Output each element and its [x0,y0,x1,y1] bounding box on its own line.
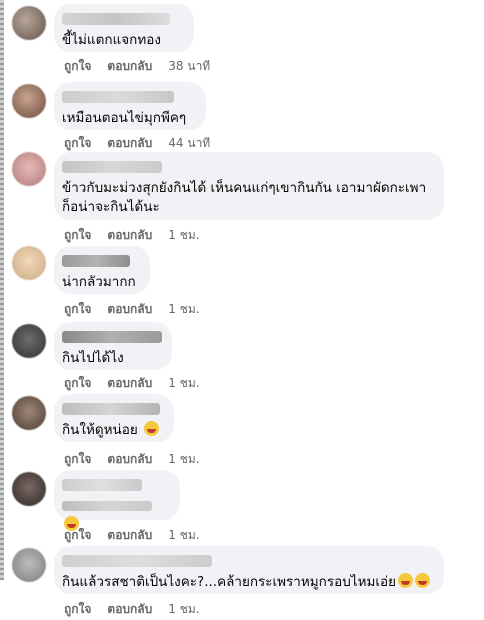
avatar[interactable] [12,6,46,40]
comment-text: น่ากลัวมากก [62,274,136,290]
avatar[interactable] [12,246,46,280]
reply-button[interactable]: ตอบกลับ [107,134,152,153]
comment-actions: ถูกใจ ตอบกลับ 1 ชม. [64,300,200,319]
comment-actions: ถูกใจ ตอบกลับ 44 นาที [64,134,210,153]
comment-time[interactable]: 44 นาที [168,134,210,153]
commenter-name-blurred[interactable] [62,255,130,267]
comment-actions: ถูกใจ ตอบกลับ 1 ชม. [64,450,200,469]
reply-button[interactable]: ตอบกลับ [107,300,152,319]
comment-time[interactable]: 1 ชม. [168,526,199,545]
comment-bubble: เหมือนตอนไข่มุกพีคๆ [54,82,206,130]
comment-actions: ถูกใจ ตอบกลับ 38 นาที [64,57,210,76]
comment-bubble: ขี้ไม่แตกแจกทอง [54,4,194,52]
comment-text-label: กินแล้วรสชาติเป็นไงคะ?...คล้ายกระเพราหมู… [62,574,397,590]
smile-emoji-icon [415,573,431,588]
comment-bubble [54,470,180,531]
like-button[interactable]: ถูกใจ [64,57,91,76]
commenter-name-blurred[interactable] [62,555,212,567]
blurred-text [62,501,152,511]
comment-text: กินไปได้ไง [62,350,124,366]
thread-line [0,0,4,580]
rofl-emoji-icon [144,421,160,436]
smile-emoji-icon [398,573,414,588]
comment-actions: ถูกใจ ตอบกลับ 1 ชม. [64,374,200,393]
comment-bubble: กินให้ดูหน่อย [54,394,174,442]
reply-button[interactable]: ตอบกลับ [107,226,152,245]
comment-text: ขี้ไม่แตกแจกทอง [62,32,161,48]
comment-text: กินให้ดูหน่อย [62,421,162,440]
commenter-name-blurred[interactable] [62,13,170,25]
comment-time[interactable]: 1 ชม. [168,300,199,319]
comment-time[interactable]: 1 ชม. [168,226,199,245]
commenter-name-blurred[interactable] [62,331,162,343]
commenter-name-blurred[interactable] [62,403,160,415]
comment-actions: ถูกใจ ตอบกลับ 1 ชม. [64,526,200,545]
commenter-name-blurred[interactable] [62,161,162,173]
commenter-name-blurred[interactable] [62,479,142,491]
comment-text: กินแล้วรสชาติเป็นไงคะ?...คล้ายกระเพราหมู… [62,573,432,592]
commenter-name-blurred[interactable] [62,91,174,103]
like-button[interactable]: ถูกใจ [64,526,91,545]
like-button[interactable]: ถูกใจ [64,600,91,619]
comment-bubble: ข้าวกับมะม่วงสุกยังกินได้ เห็นคนแก่ๆเขาก… [54,152,444,220]
reply-button[interactable]: ตอบกลับ [107,374,152,393]
like-button[interactable]: ถูกใจ [64,226,91,245]
like-button[interactable]: ถูกใจ [64,300,91,319]
reply-button[interactable]: ตอบกลับ [107,600,152,619]
avatar[interactable] [12,324,46,358]
comment-actions: ถูกใจ ตอบกลับ 1 ชม. [64,226,200,245]
comment-bubble: กินแล้วรสชาติเป็นไงคะ?...คล้ายกระเพราหมู… [54,546,444,594]
like-button[interactable]: ถูกใจ [64,450,91,469]
comment-bubble: กินไปได้ไง [54,322,172,370]
comment-time[interactable]: 1 ชม. [168,600,199,619]
avatar[interactable] [12,548,46,582]
avatar[interactable] [12,472,46,506]
comment-bubble: น่ากลัวมากก [54,246,150,294]
reply-button[interactable]: ตอบกลับ [107,526,152,545]
comment-actions: ถูกใจ ตอบกลับ 1 ชม. [64,600,200,619]
comment-text: เหมือนตอนไข่มุกพีคๆ [62,110,187,126]
avatar[interactable] [12,152,46,186]
reply-button[interactable]: ตอบกลับ [107,450,152,469]
comment-time[interactable]: 1 ชม. [168,450,199,469]
like-button[interactable]: ถูกใจ [64,374,91,393]
comment-time[interactable]: 38 นาที [168,57,210,76]
comment-text-label: กินให้ดูหน่อย [62,422,138,438]
reply-button[interactable]: ตอบกลับ [107,57,152,76]
comment-text: ข้าวกับมะม่วงสุกยังกินได้ เห็นคนแก่ๆเขาก… [62,180,427,215]
like-button[interactable]: ถูกใจ [64,134,91,153]
avatar[interactable] [12,84,46,118]
comment-time[interactable]: 1 ชม. [168,374,199,393]
avatar[interactable] [12,396,46,430]
